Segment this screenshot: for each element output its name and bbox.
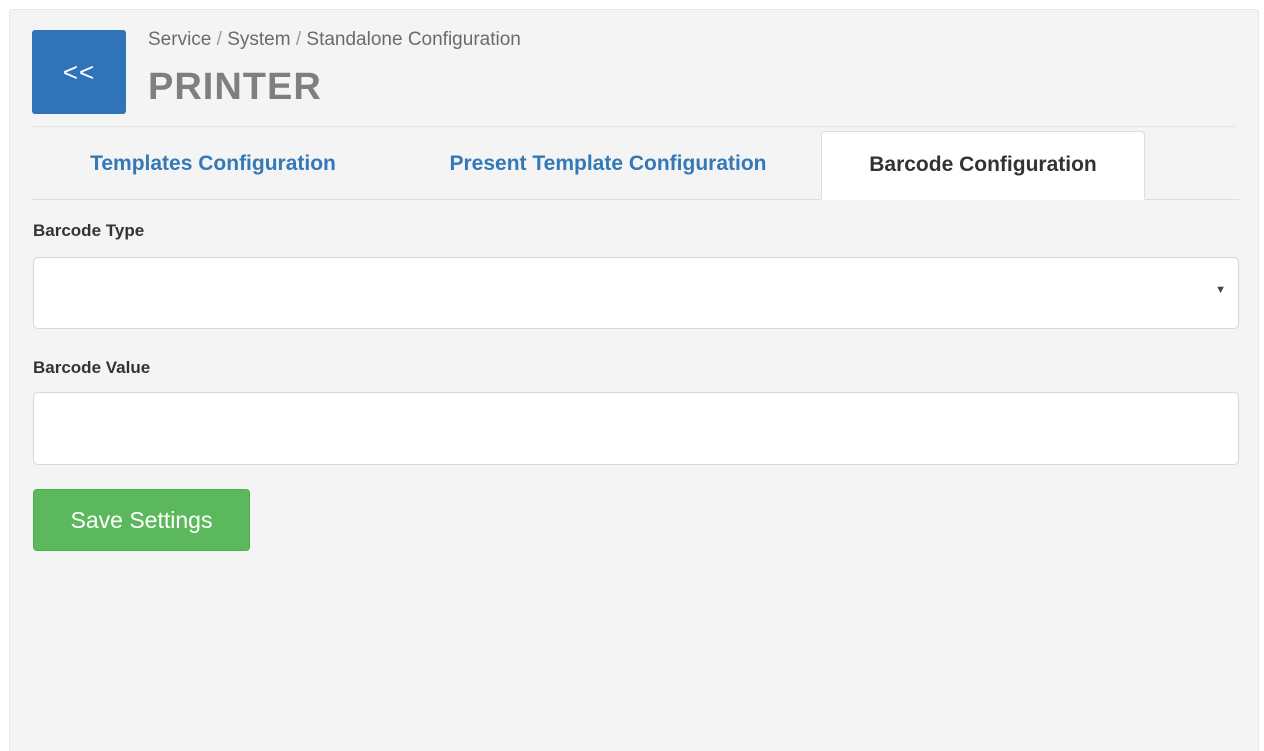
breadcrumb-item-service[interactable]: Service — [148, 29, 211, 50]
header-divider — [32, 126, 1236, 127]
breadcrumb: Service / System / Standalone Configurat… — [148, 29, 521, 51]
barcode-value-label: Barcode Value — [33, 358, 151, 377]
breadcrumb-separator: / — [216, 29, 228, 50]
barcode-value-input[interactable] — [34, 393, 1238, 464]
back-button[interactable]: << — [32, 30, 126, 114]
tab-templates-configuration[interactable]: Templates Configuration — [48, 131, 378, 199]
save-settings-button[interactable]: Save Settings — [33, 489, 250, 551]
tab-bar: Templates Configuration Present Template… — [32, 131, 1239, 200]
tab-present-template-configuration[interactable]: Present Template Configuration — [398, 131, 818, 199]
barcode-value-field[interactable] — [33, 392, 1239, 465]
barcode-type-label: Barcode Type — [33, 221, 145, 240]
main-panel: << Service / System / Standalone Configu… — [9, 9, 1259, 751]
caret-down-icon: ▼ — [1215, 284, 1226, 296]
breadcrumb-item-system[interactable]: System — [227, 29, 290, 50]
tab-barcode-configuration[interactable]: Barcode Configuration — [821, 131, 1145, 200]
breadcrumb-separator: / — [295, 29, 307, 50]
barcode-type-select[interactable]: ▼ — [33, 257, 1239, 329]
page-title: PRINTER — [148, 66, 322, 108]
breadcrumb-item-standalone-configuration: Standalone Configuration — [306, 29, 521, 50]
